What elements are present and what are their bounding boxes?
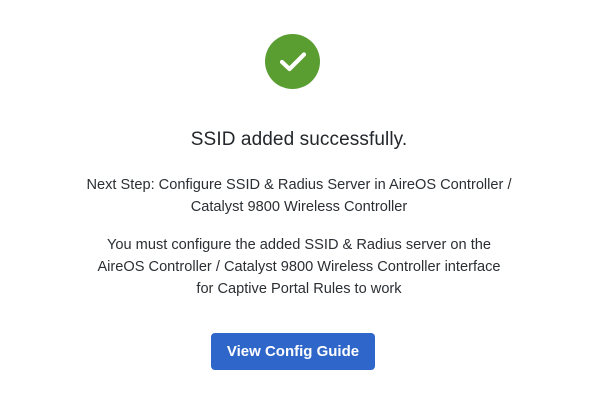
view-config-guide-button[interactable]: View Config Guide	[211, 333, 375, 370]
next-step-text: Next Step: Configure SSID & Radius Serve…	[40, 174, 558, 218]
instructions-line-3: for Captive Portal Rules to work	[196, 281, 402, 297]
instructions-line-1: You must configure the added SSID & Radi…	[107, 237, 491, 253]
next-step-line-1: Next Step: Configure SSID & Radius Serve…	[86, 177, 512, 193]
checkmark-icon	[279, 51, 306, 71]
check-circle-icon	[265, 34, 320, 89]
instructions-line-2: AireOS Controller / Catalyst 9800 Wirele…	[97, 259, 501, 275]
next-step-line-2: Catalyst 9800 Wireless Controller	[190, 199, 408, 215]
instructions-text: You must configure the added SSID & Radi…	[40, 234, 558, 300]
success-title: SSID added successfully.	[190, 129, 408, 150]
success-panel: SSID added successfully. Next Step: Conf…	[0, 0, 598, 408]
